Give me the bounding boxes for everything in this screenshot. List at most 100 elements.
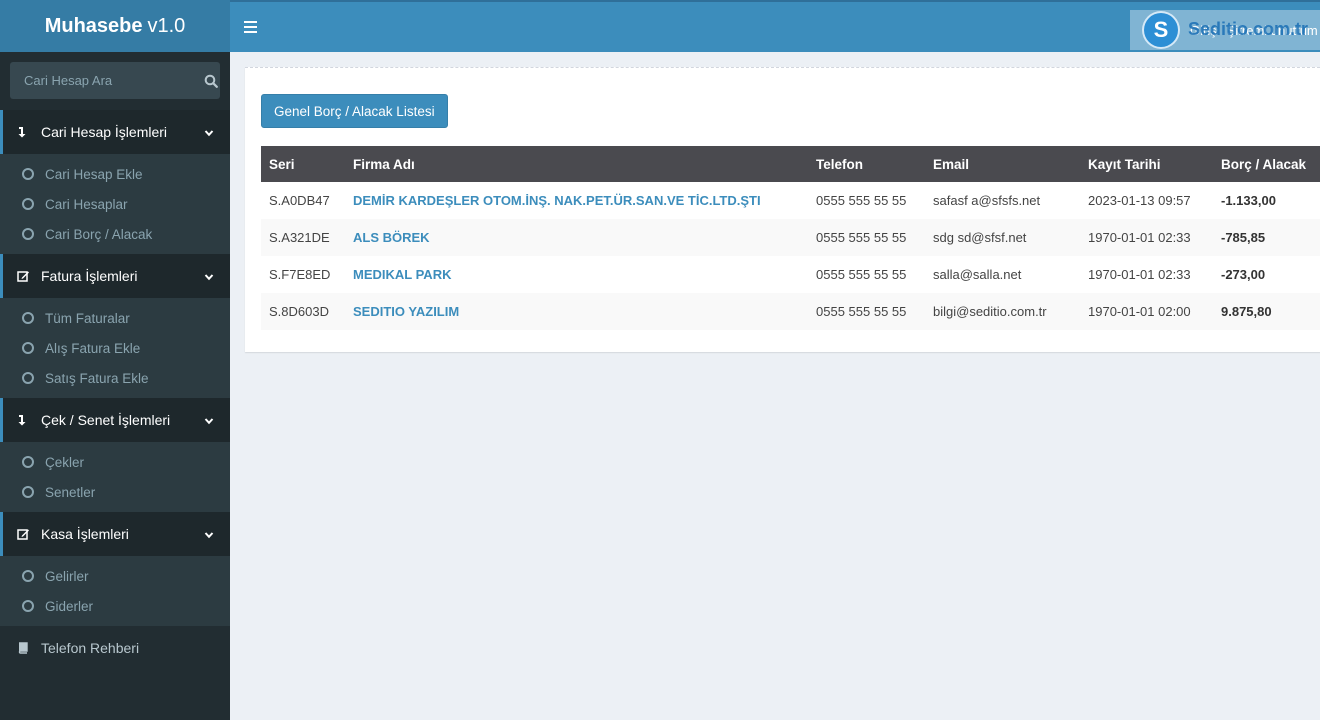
cell-firma-link[interactable]: MEDIKAL PARK <box>345 256 808 293</box>
top-right-area: S Giriş Şifremi unuttum Seditio.com.tr <box>1130 10 1320 50</box>
menu-item-label: Alış Fatura Ekle <box>45 340 141 356</box>
cell-kayit-tarihi: 1970-01-01 02:33 <box>1088 267 1191 282</box>
cell-kayit-tarihi: 1970-01-01 02:00 <box>1080 293 1213 330</box>
menu-item-cekler[interactable]: Çekler <box>0 447 230 477</box>
cell-firma-link[interactable]: SEDITIO YAZILIM <box>345 293 808 330</box>
menu-item-cari-hesap-ekle[interactable]: Cari Hesap Ekle <box>0 159 230 189</box>
menu-item-label: Çekler <box>45 454 85 470</box>
circle-icon <box>22 456 34 468</box>
watermark-logo-icon: S <box>1142 11 1180 49</box>
menu-item-gelirler[interactable]: Gelirler <box>0 561 230 591</box>
circle-icon <box>22 570 34 582</box>
menu-item-alis-fatura-ekle[interactable]: Alış Fatura Ekle <box>0 333 230 363</box>
menu-item-satis-fatura-ekle[interactable]: Satış Fatura Ekle <box>0 363 230 393</box>
menu-item-cari-borc-alacak[interactable]: Cari Borç / Alacak <box>0 219 230 249</box>
search-icon[interactable] <box>202 62 220 99</box>
circle-icon <box>22 198 34 210</box>
cell-telefon: 0555 555 55 55 <box>808 293 925 330</box>
circle-icon <box>22 342 34 354</box>
edit-icon <box>17 528 41 540</box>
menu-cek-senet-islemleri[interactable]: Çek / Senet İşlemleri <box>0 398 230 442</box>
arrow-down-icon <box>17 126 41 138</box>
circle-icon <box>22 228 34 240</box>
menu-item-cari-hesaplar[interactable]: Cari Hesaplar <box>0 189 230 219</box>
cell-seri: S.A0DB47 <box>269 193 330 208</box>
cell-firma-link[interactable]: DEMİR KARDEŞLER OTOM.İNŞ. NAK.PET.ÜR.SAN… <box>345 182 808 219</box>
column-header-seri[interactable]: Seri <box>261 146 345 182</box>
circle-icon <box>22 600 34 612</box>
menu-item-label: Cari Hesap Ekle <box>45 166 143 182</box>
cell-email: bilgi@seditio.com.tr <box>925 293 1080 330</box>
menu-item-label: Cari Borç / Alacak <box>45 226 153 242</box>
cell-telefon: 0555 555 55 55 <box>816 193 907 208</box>
cell-seri: S.8D603D <box>261 293 345 330</box>
menu-label: Çek / Senet İşlemleri <box>41 412 171 428</box>
chevron-down-icon <box>204 125 214 141</box>
circle-icon <box>22 168 34 180</box>
top-navbar: S Giriş Şifremi unuttum Seditio.com.tr <box>230 0 1320 52</box>
cell-kayit-tarihi: 1970-01-01 02:33 <box>1080 219 1213 256</box>
cell-email: safasf a@sfsfs.net <box>933 193 1041 208</box>
menu-label: Fatura İşlemleri <box>41 268 138 284</box>
menu-cari-hesap-islemleri[interactable]: Cari Hesap İşlemleri <box>0 110 230 154</box>
menu-label: Telefon Rehberi <box>41 640 140 656</box>
table-row: S.8D603D SEDITIO YAZILIM 0555 555 55 55 … <box>261 293 1320 330</box>
submenu-cek-senet: Çekler Senetler <box>0 442 230 512</box>
sidebar: Cari Hesap İşlemleri Cari Hesap Ekle Car… <box>0 52 230 720</box>
menu-item-tum-faturalar[interactable]: Tüm Faturalar <box>0 303 230 333</box>
circle-icon <box>22 372 34 384</box>
cell-borc-alacak: -1.133,00 <box>1221 193 1276 208</box>
forgot-password-link[interactable]: Şifremi unuttum <box>1227 23 1318 38</box>
menu-item-label: Gelirler <box>45 568 89 584</box>
submenu-fatura: Tüm Faturalar Alış Fatura Ekle Satış Fat… <box>0 298 230 398</box>
cell-borc-alacak: 9.875,80 <box>1213 293 1320 330</box>
menu-item-label: Senetler <box>45 484 96 500</box>
chevron-down-icon <box>204 527 214 543</box>
table-row: S.A321DE ALS BÖREK 0555 555 55 55 sdg sd… <box>261 219 1320 256</box>
cell-borc-alacak: -273,00 <box>1221 267 1266 282</box>
login-link[interactable]: Giriş <box>1190 23 1217 38</box>
circle-icon <box>22 486 34 498</box>
book-icon <box>17 642 41 654</box>
search-input[interactable] <box>10 61 202 100</box>
column-header-kayit-tarihi[interactable]: Kayıt Tarihi <box>1080 146 1213 182</box>
sidebar-search <box>10 61 220 100</box>
balance-table: Seri Firma Adı Telefon Email Kayıt Tarih… <box>261 146 1320 330</box>
general-balance-list-button[interactable]: Genel Borç / Alacak Listesi <box>261 94 448 128</box>
sidebar-menu: Cari Hesap İşlemleri Cari Hesap Ekle Car… <box>0 110 230 670</box>
cell-telefon: 0555 555 55 55 <box>808 219 925 256</box>
menu-kasa-islemleri[interactable]: Kasa İşlemleri <box>0 512 230 556</box>
column-header-firma[interactable]: Firma Adı <box>345 146 808 182</box>
cell-firma-link[interactable]: ALS BÖREK <box>345 219 808 256</box>
submenu-kasa: Gelirler Giderler <box>0 556 230 626</box>
chevron-down-icon <box>204 269 214 285</box>
column-header-borc-alacak[interactable]: Borç / Alacak <box>1213 146 1320 182</box>
table-header-row: Seri Firma Adı Telefon Email Kayıt Tarih… <box>261 146 1320 182</box>
menu-item-label: Tüm Faturalar <box>45 310 130 326</box>
cell-seri: S.A321DE <box>261 219 345 256</box>
chevron-down-icon <box>204 413 214 429</box>
cell-telefon: 0555 555 55 55 <box>816 267 907 282</box>
menu-telefon-rehberi[interactable]: Telefon Rehberi <box>0 626 230 670</box>
cell-email: sdg sd@sfsf.net <box>925 219 1080 256</box>
menu-item-giderler[interactable]: Giderler <box>0 591 230 621</box>
menu-label: Kasa İşlemleri <box>41 526 129 542</box>
menu-item-label: Cari Hesaplar <box>45 196 128 212</box>
table-row: S.F7E8ED MEDIKAL PARK 0555 555 55 55 sal… <box>261 256 1320 293</box>
circle-icon <box>22 312 34 324</box>
brand-name: Muhasebe <box>44 14 143 37</box>
cell-kayit-tarihi: 2023-01-13 09:57 <box>1088 193 1191 208</box>
edit-icon <box>17 270 41 282</box>
column-header-email[interactable]: Email <box>925 146 1080 182</box>
menu-fatura-islemleri[interactable]: Fatura İşlemleri <box>0 254 230 298</box>
cell-email: salla@salla.net <box>933 267 1022 282</box>
menu-item-label: Satış Fatura Ekle <box>45 370 149 386</box>
menu-label: Cari Hesap İşlemleri <box>41 124 168 140</box>
app-logo[interactable]: Muhasebe v1.0 <box>0 0 230 52</box>
arrow-down-icon <box>17 414 41 426</box>
table-row: S.A0DB47 DEMİR KARDEŞLER OTOM.İNŞ. NAK.P… <box>261 182 1320 219</box>
menu-item-senetler[interactable]: Senetler <box>0 477 230 507</box>
cell-seri: S.F7E8ED <box>269 267 331 282</box>
sidebar-toggle-icon[interactable] <box>244 21 257 33</box>
column-header-telefon[interactable]: Telefon <box>808 146 925 182</box>
